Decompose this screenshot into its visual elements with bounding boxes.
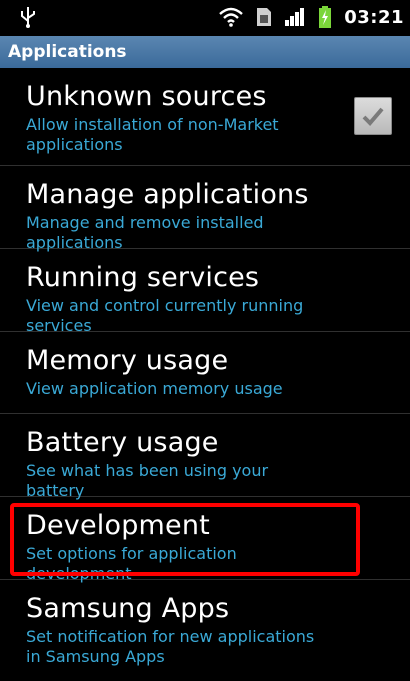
page-title: Applications (8, 42, 127, 62)
unknown-sources-checkbox[interactable] (354, 97, 392, 135)
setting-development[interactable]: Development Set options for application … (0, 497, 410, 583)
setting-subtitle: See what has been using your battery (26, 461, 269, 500)
setting-subtitle: Set options for application development (26, 544, 237, 583)
setting-title: Battery usage (26, 427, 219, 458)
setting-subtitle: View and control currently running servi… (26, 296, 304, 335)
setting-unknown-sources[interactable]: Unknown sources Allow installation of no… (0, 68, 410, 166)
setting-memory-usage[interactable]: Memory usage View application memory usa… (0, 332, 410, 414)
setting-title: Unknown sources (26, 81, 267, 112)
setting-running-services[interactable]: Running services View and control curren… (0, 249, 410, 335)
setting-title: Samsung Apps (26, 593, 230, 624)
setting-battery-usage[interactable]: Battery usage See what has been using yo… (0, 414, 410, 500)
setting-manage-applications[interactable]: Manage applications Manage and remove in… (0, 166, 410, 252)
title-bar: Applications (0, 36, 410, 68)
setting-subtitle: Set notification for new applications in… (26, 627, 315, 666)
signal-icon (285, 8, 305, 26)
battery-charging-icon (319, 6, 332, 28)
setting-subtitle: View application memory usage (26, 379, 283, 398)
setting-title: Memory usage (26, 345, 229, 376)
setting-title: Development (26, 510, 210, 541)
clock: 03:21 (344, 6, 404, 28)
status-bar: 03:21 (0, 0, 410, 34)
setting-subtitle: Allow installation of non-Market applica… (26, 115, 279, 154)
wifi-icon (219, 7, 244, 27)
setting-subtitle: Manage and remove installed applications (26, 213, 264, 252)
setting-title: Running services (26, 262, 260, 293)
setting-title: Manage applications (26, 179, 309, 210)
checkmark-icon (362, 107, 384, 126)
sim-icon (257, 8, 272, 26)
setting-samsung-apps[interactable]: Samsung Apps Set notification for new ap… (0, 580, 410, 680)
usb-icon (21, 7, 35, 28)
settings-list: Unknown sources Allow installation of no… (0, 68, 410, 680)
